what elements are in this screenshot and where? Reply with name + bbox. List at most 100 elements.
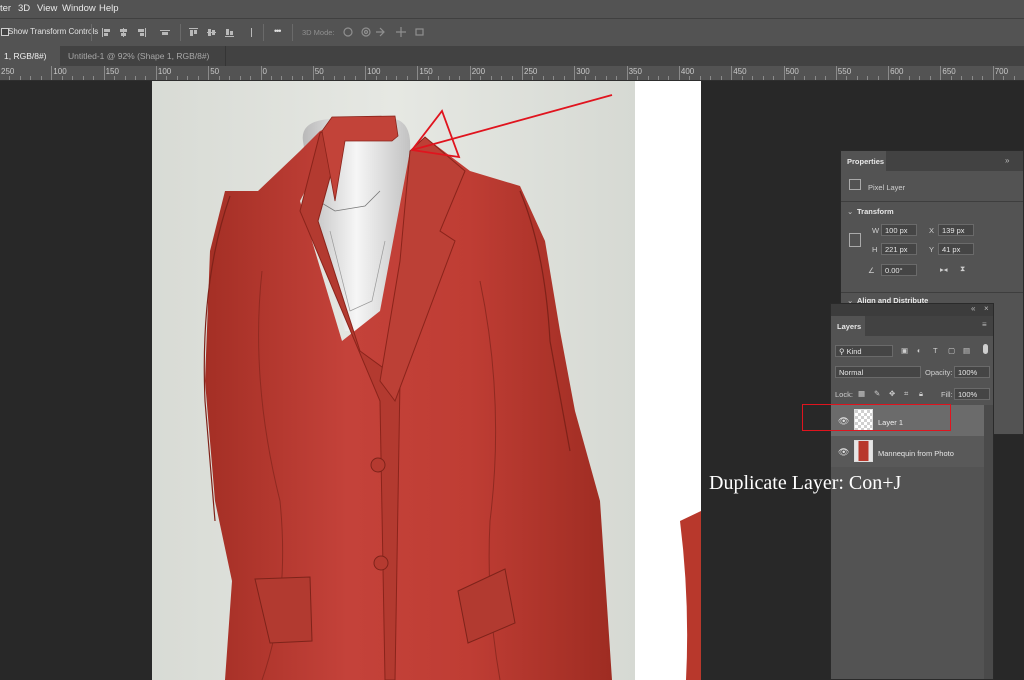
ruler-minor-tick [375, 76, 377, 80]
ruler-tick-label: 100 [53, 67, 67, 76]
ruler-minor-tick [511, 76, 513, 80]
close-icon[interactable]: × [984, 304, 989, 313]
x-label: X [929, 226, 935, 235]
flip-horizontal-icon[interactable]: ▸◂ [940, 265, 948, 274]
layers-panel-titlebar: « × [831, 304, 993, 316]
height-field[interactable]: 221 px [881, 243, 917, 255]
collapse-icon[interactable]: » [1005, 156, 1009, 165]
flip-vertical-icon[interactable]: ⧗ [960, 264, 965, 274]
ruler-minor-tick [657, 76, 659, 80]
collapse-icon[interactable]: « [971, 304, 975, 313]
ruler-minor-tick [605, 76, 607, 80]
layers-scrollbar[interactable] [984, 405, 993, 679]
ruler-minor-tick [804, 76, 806, 80]
fill-field[interactable]: 100% [954, 388, 990, 400]
ruler-major-tick [260, 66, 262, 80]
ruler-minor-tick [124, 76, 126, 80]
lock-position-icon[interactable]: ✥ [889, 389, 895, 398]
lock-transparent-icon[interactable]: ▦ [858, 389, 865, 398]
ruler-minor-tick [553, 76, 555, 80]
ruler-minor-tick [427, 76, 429, 80]
link-icon[interactable] [849, 233, 861, 247]
eye-icon[interactable]: 👁︎ [838, 447, 849, 458]
align-right-edges-icon[interactable] [136, 28, 146, 37]
ruler-minor-tick [793, 76, 795, 80]
fill-label: Fill: [941, 390, 953, 399]
distribute-vertical-icon[interactable] [247, 28, 257, 37]
align-vertical-centers-icon[interactable] [207, 28, 217, 37]
align-top-edges-icon[interactable] [189, 28, 199, 37]
h-label: H [872, 245, 878, 254]
align-horizontal-centers-icon[interactable] [119, 28, 129, 37]
3d-mode-icons [343, 27, 424, 37]
3d-orbit-icon [343, 27, 353, 37]
ruler-minor-tick [668, 76, 670, 80]
angle-field[interactable]: 0.00° [881, 264, 917, 276]
ruler-minor-tick [281, 76, 283, 80]
ruler-minor-tick [176, 76, 178, 80]
jacket-button [373, 555, 389, 571]
filter-shape-icon[interactable]: ▢ [948, 346, 955, 355]
filter-kind-select[interactable]: ⚲ Kind [835, 345, 893, 357]
chevron-down-icon[interactable]: ⌄ [847, 207, 853, 216]
ruler-minor-tick [386, 76, 388, 80]
ruler-minor-tick [1003, 76, 1005, 80]
tab-current-document[interactable]: 1, RGB/8#) *× [0, 46, 60, 81]
3d-drag-icon [376, 27, 385, 37]
ruler-major-tick [51, 66, 53, 80]
ruler-minor-tick [323, 76, 325, 80]
ruler-minor-tick [187, 76, 189, 80]
ruler-minor-tick [134, 76, 136, 80]
ruler-tick-label: 250 [524, 67, 538, 76]
tab-untitled-1[interactable]: Untitled-1 @ 92% (Shape 1, RGB/8#) *× [64, 46, 226, 81]
menu-item-help[interactable]: Help [99, 3, 119, 14]
filter-type-icon[interactable]: T [933, 346, 938, 355]
w-label: W [872, 226, 880, 235]
y-field[interactable]: 41 px [938, 243, 974, 255]
ruler-major-tick [312, 66, 314, 80]
blend-mode-select[interactable]: Normal [835, 366, 921, 378]
filter-smartobject-icon[interactable]: ▤ [963, 346, 970, 355]
opacity-field[interactable]: 100% [954, 366, 990, 378]
ruler-tick-label: 250 [1, 67, 15, 76]
ruler-tick-label: 100 [367, 67, 381, 76]
menu-item-window[interactable]: Window [62, 3, 96, 14]
menu-item-filter[interactable]: ter [0, 3, 11, 14]
filter-pixel-icon[interactable]: ▣ [901, 346, 908, 355]
ruler-minor-tick [19, 76, 21, 80]
ruler-major-tick [783, 66, 785, 80]
ruler-minor-tick [459, 76, 461, 80]
x-field[interactable]: 139 px [938, 224, 974, 236]
ruler-tick-label: 50 [210, 67, 220, 76]
ruler-major-tick [155, 66, 157, 80]
menu-bar: ter 3D View Window Help [0, 0, 1024, 18]
panel-menu-icon[interactable]: ≡ [982, 320, 987, 329]
ruler-tick-label: 350 [628, 67, 642, 76]
ruler-minor-tick [909, 76, 911, 80]
annotation-caption: Duplicate Layer: Con+J [709, 472, 902, 494]
align-bottom-edges-icon[interactable] [225, 28, 235, 37]
lock-brush-icon[interactable]: ✎ [874, 389, 880, 398]
menu-item-3d[interactable]: 3D [18, 3, 30, 14]
tab-properties[interactable]: Properties [841, 151, 886, 171]
ruler-tick-label: 700 [994, 67, 1009, 76]
ruler-minor-tick [333, 76, 335, 80]
layer-row-mannequin[interactable]: 👁︎ Mannequin from Photo [831, 436, 984, 467]
ruler-minor-tick [406, 76, 408, 80]
search-icon: ⚲ [839, 347, 845, 356]
ruler-minor-tick [616, 76, 618, 80]
align-left-edges-icon[interactable] [102, 28, 112, 37]
more-options-icon[interactable]: ••• [274, 26, 282, 36]
filter-toggle[interactable] [983, 344, 988, 354]
ruler-major-tick [835, 66, 837, 80]
ruler-minor-tick [929, 76, 931, 80]
layer-name[interactable]: Mannequin from Photo [878, 449, 954, 458]
lock-all-icon[interactable]: 🔒︎ [919, 389, 923, 399]
menu-item-view[interactable]: View [37, 3, 57, 14]
filter-adjustment-icon[interactable]: ◐ [917, 346, 922, 355]
width-field[interactable]: 100 px [881, 224, 917, 236]
ruler-tick-label: 500 [785, 67, 799, 76]
lock-artboard-icon[interactable]: ⌗ [904, 389, 908, 399]
tab-layers[interactable]: Layers [831, 316, 865, 336]
distribute-icon[interactable] [160, 28, 170, 37]
